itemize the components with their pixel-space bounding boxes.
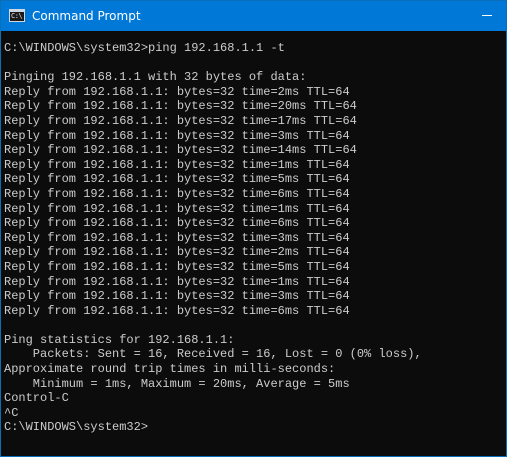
console-line: Reply from 192.168.1.1: bytes=32 time=1m… — [4, 157, 350, 172]
console-line: Reply from 192.168.1.1: bytes=32 time=6m… — [4, 186, 350, 201]
console-line: Reply from 192.168.1.1: bytes=32 time=1m… — [4, 274, 350, 289]
console-line: Reply from 192.168.1.1: bytes=32 time=2m… — [4, 245, 350, 260]
console-line: Reply from 192.168.1.1: bytes=32 time=6m… — [4, 303, 350, 318]
window-title: Command Prompt — [32, 9, 141, 23]
console-line: Minimum = 1ms, Maximum = 20ms, Average =… — [4, 376, 350, 391]
console-output[interactable]: C:\WINDOWS\system32>ping 192.168.1.1 -t P… — [4, 41, 504, 453]
console-line: Packets: Sent = 16, Received = 16, Lost … — [4, 347, 422, 362]
console-line: Reply from 192.168.1.1: bytes=32 time=1m… — [4, 201, 350, 216]
console-line: Reply from 192.168.1.1: bytes=32 time=3m… — [4, 289, 350, 304]
console-line: Reply from 192.168.1.1: bytes=32 time=14… — [4, 143, 357, 158]
cmd-icon-glyph: C:\ — [11, 12, 23, 20]
console-line: Pinging 192.168.1.1 with 32 bytes of dat… — [4, 70, 307, 85]
console-line: Reply from 192.168.1.1: bytes=32 time=20… — [4, 99, 357, 114]
console-line: Reply from 192.168.1.1: bytes=32 time=5m… — [4, 259, 350, 274]
minimize-icon — [482, 15, 492, 16]
console-line: Ping statistics for 192.168.1.1: — [4, 332, 235, 347]
command-prompt-window: C:\ Command Prompt C:\WINDOWS\system32>p… — [0, 0, 507, 457]
console-line: Approximate round trip times in milli-se… — [4, 362, 336, 377]
minimize-button[interactable] — [467, 1, 506, 31]
console-line: Reply from 192.168.1.1: bytes=32 time=17… — [4, 113, 357, 128]
console-line: Reply from 192.168.1.1: bytes=32 time=3m… — [4, 230, 350, 245]
console-line: Reply from 192.168.1.1: bytes=32 time=5m… — [4, 172, 350, 187]
console-line: C:\WINDOWS\system32> — [4, 420, 149, 435]
console-line: Control-C — [4, 391, 69, 406]
console-line: ^C — [4, 405, 19, 420]
console-line: Reply from 192.168.1.1: bytes=32 time=6m… — [4, 216, 350, 231]
console-line: Reply from 192.168.1.1: bytes=32 time=3m… — [4, 128, 350, 143]
cmd-icon: C:\ — [9, 9, 25, 22]
console-line: C:\WINDOWS\system32>ping 192.168.1.1 -t — [4, 41, 285, 55]
console-line: Reply from 192.168.1.1: bytes=32 time=2m… — [4, 84, 350, 99]
title-bar[interactable]: C:\ Command Prompt — [1, 1, 506, 31]
